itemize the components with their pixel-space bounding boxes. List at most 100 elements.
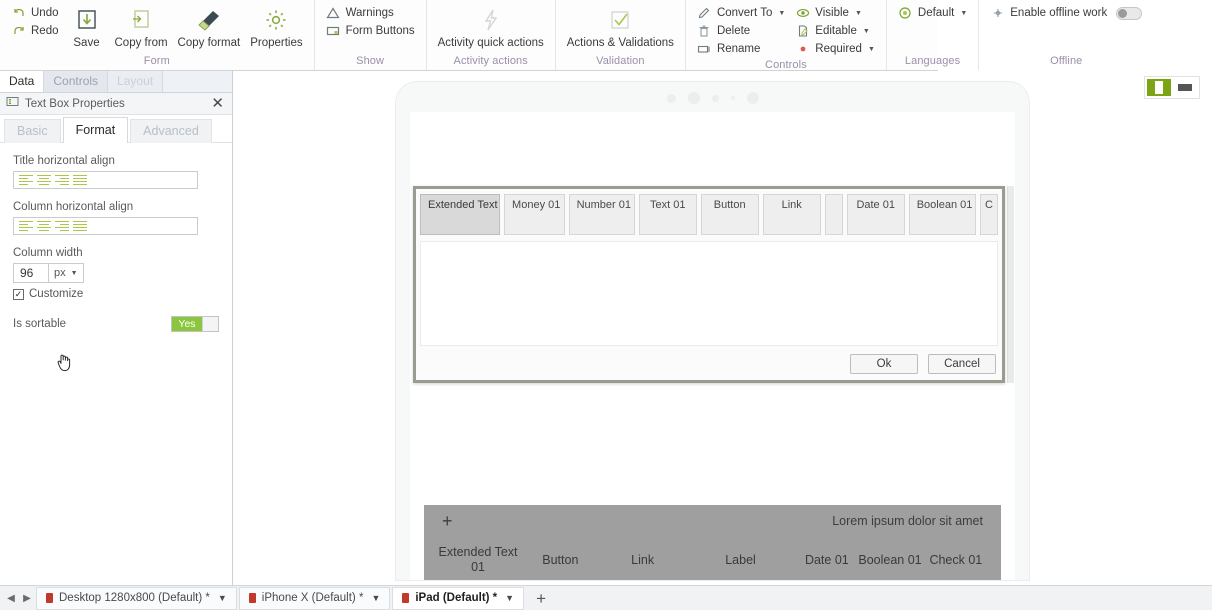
device-tab-desktop[interactable]: Desktop 1280x800 (Default) * ▼ bbox=[36, 586, 237, 610]
chevron-down-icon[interactable]: ▼ bbox=[505, 593, 514, 603]
column-tab-money-01[interactable]: Money 01 bbox=[504, 194, 565, 235]
copy-from-icon bbox=[128, 4, 154, 36]
scroll-left-icon[interactable]: ◀ bbox=[4, 593, 18, 604]
grid-header-label[interactable]: Label bbox=[683, 553, 799, 568]
column-align-control[interactable] bbox=[13, 217, 198, 235]
editable-button[interactable]: Editable ▼ bbox=[790, 22, 880, 40]
orientation-landscape-button[interactable] bbox=[1173, 79, 1197, 96]
enable-offline-work-toggle[interactable] bbox=[1116, 6, 1143, 20]
column-width-unit-value: px bbox=[54, 267, 66, 279]
grid-header-boolean-01[interactable]: Boolean 01 bbox=[855, 553, 924, 568]
column-width-unit-dropdown[interactable]: px ▼ bbox=[49, 263, 84, 283]
align-left-icon[interactable] bbox=[19, 220, 33, 232]
orientation-portrait-button[interactable] bbox=[1147, 79, 1171, 96]
ribbon-group-controls: Convert To ▼ Delete Rename Visible ▼ Edi… bbox=[684, 0, 886, 71]
column-tab-number-01[interactable]: Number 01 bbox=[568, 194, 635, 235]
convert-to-button[interactable]: Convert To ▼ bbox=[692, 4, 790, 22]
title-align-control[interactable] bbox=[13, 171, 198, 189]
lightning-icon bbox=[478, 4, 504, 36]
dock-tab-data[interactable]: Data bbox=[0, 71, 45, 92]
align-right-icon[interactable] bbox=[55, 174, 69, 186]
column-tab-boolean-01[interactable]: Boolean 01 bbox=[908, 194, 976, 235]
column-tab-link[interactable]: Link bbox=[762, 194, 821, 235]
rename-button[interactable]: Rename bbox=[692, 40, 790, 58]
column-chooser-tab-list: Extended Text Money 01 Number 01 Text 01… bbox=[416, 189, 1002, 235]
tab-basic[interactable]: Basic bbox=[4, 119, 61, 143]
is-sortable-toggle[interactable]: Yes bbox=[171, 316, 219, 332]
customize-checkbox[interactable]: ✓ bbox=[13, 288, 24, 300]
save-button[interactable]: Save bbox=[64, 2, 110, 49]
visible-button[interactable]: Visible ▼ bbox=[790, 4, 880, 22]
ribbon-group-title-show: Show bbox=[356, 55, 385, 67]
grid-header-button[interactable]: Button bbox=[518, 553, 603, 568]
dock-tab-layout[interactable]: Layout bbox=[108, 71, 164, 92]
column-width-control: 96 px ▼ bbox=[13, 263, 219, 283]
actions-validations-button[interactable]: Actions & Validations bbox=[562, 2, 679, 49]
copy-format-button[interactable]: Copy format bbox=[173, 2, 246, 49]
align-center-icon[interactable] bbox=[37, 220, 51, 232]
chevron-down-icon[interactable]: ▼ bbox=[218, 593, 227, 603]
column-tab-button[interactable]: Button bbox=[700, 194, 759, 235]
add-row-icon[interactable]: + bbox=[442, 512, 453, 530]
text-box-icon bbox=[6, 95, 19, 113]
text-box-properties-panel: Text Box Properties ✕ Basic Format Advan… bbox=[0, 93, 232, 585]
ribbon-group-activity-actions: Activity quick actions Activity actions bbox=[425, 0, 555, 70]
is-sortable-row: Is sortable Yes bbox=[13, 316, 219, 332]
chevron-down-icon: ▼ bbox=[960, 9, 968, 17]
modal-scrollbar[interactable] bbox=[1007, 186, 1014, 383]
form-buttons-button[interactable]: Form Buttons bbox=[321, 22, 420, 40]
cancel-button[interactable]: Cancel bbox=[928, 354, 996, 374]
align-right-icon[interactable] bbox=[55, 220, 69, 232]
warning-triangle-icon bbox=[326, 6, 341, 21]
tab-format[interactable]: Format bbox=[62, 117, 129, 143]
redo-button[interactable]: Redo bbox=[6, 22, 64, 40]
chevron-down-icon[interactable]: ▼ bbox=[371, 593, 380, 603]
column-tab-date-01[interactable]: Date 01 bbox=[846, 194, 905, 235]
delete-button[interactable]: Delete bbox=[692, 22, 790, 40]
ribbon-toolbar: Undo Redo Save Copy from Copy format Pro… bbox=[0, 0, 1143, 71]
device-tab-ipad[interactable]: iPad (Default) * ▼ bbox=[392, 586, 525, 610]
close-icon[interactable]: ✕ bbox=[209, 96, 226, 111]
column-align-label: Column horizontal align bbox=[13, 201, 134, 213]
default-language-button[interactable]: Default ▼ bbox=[893, 4, 972, 22]
scroll-right-icon[interactable]: ▶ bbox=[20, 593, 34, 604]
dock-tab-controls[interactable]: Controls bbox=[44, 71, 109, 92]
column-chooser-footer: Ok Cancel bbox=[850, 354, 996, 374]
undo-button[interactable]: Undo bbox=[6, 4, 64, 22]
grid-header-link[interactable]: Link bbox=[603, 553, 683, 568]
device-tab-iphone-x[interactable]: iPhone X (Default) * ▼ bbox=[238, 586, 391, 610]
column-tab-partial[interactable] bbox=[824, 194, 843, 235]
required-button[interactable]: Required ▼ bbox=[790, 40, 880, 58]
properties-button[interactable]: Properties bbox=[245, 2, 307, 49]
tab-advanced[interactable]: Advanced bbox=[130, 119, 212, 143]
add-device-tab-button[interactable]: + bbox=[526, 590, 556, 607]
editable-label: Editable bbox=[815, 25, 857, 37]
grid-header-date-01[interactable]: Date 01 bbox=[798, 553, 855, 568]
redo-label: Redo bbox=[31, 25, 59, 37]
align-center-icon[interactable] bbox=[37, 174, 51, 186]
align-left-icon[interactable] bbox=[19, 174, 33, 186]
customize-row[interactable]: ✓ Customize bbox=[13, 288, 219, 300]
align-justify-icon[interactable] bbox=[73, 220, 87, 232]
enable-offline-work-label: Enable offline work bbox=[1010, 7, 1108, 19]
align-justify-icon[interactable] bbox=[73, 174, 87, 186]
offline-icon bbox=[990, 6, 1005, 21]
column-width-label: Column width bbox=[13, 247, 83, 259]
undo-redo-stack: Undo Redo bbox=[6, 2, 64, 40]
column-tab-text-01[interactable]: Text 01 bbox=[638, 194, 697, 235]
enable-offline-work-row[interactable]: Enable offline work bbox=[985, 4, 1147, 22]
column-width-input[interactable]: 96 bbox=[13, 263, 49, 283]
ok-button[interactable]: Ok bbox=[850, 354, 918, 374]
grid-header-check-01[interactable]: Check 01 bbox=[925, 553, 987, 568]
copy-from-button[interactable]: Copy from bbox=[110, 2, 173, 49]
device-tab-bar: ◀ ▶ Desktop 1280x800 (Default) * ▼ iPhon… bbox=[0, 585, 1212, 610]
column-chooser-modal: Extended Text Money 01 Number 01 Text 01… bbox=[413, 186, 1005, 383]
activity-quick-actions-button[interactable]: Activity quick actions bbox=[433, 2, 549, 49]
grid-header-extended-text-01[interactable]: Extended Text 01 bbox=[438, 545, 518, 575]
column-tab-extended-text[interactable]: Extended Text bbox=[420, 194, 501, 235]
orientation-toggle-group bbox=[1144, 76, 1200, 99]
undo-icon bbox=[11, 6, 26, 21]
warnings-button[interactable]: Warnings bbox=[321, 4, 420, 22]
device-dot bbox=[711, 94, 719, 102]
column-tab-check-01-partial[interactable]: C bbox=[980, 194, 998, 235]
